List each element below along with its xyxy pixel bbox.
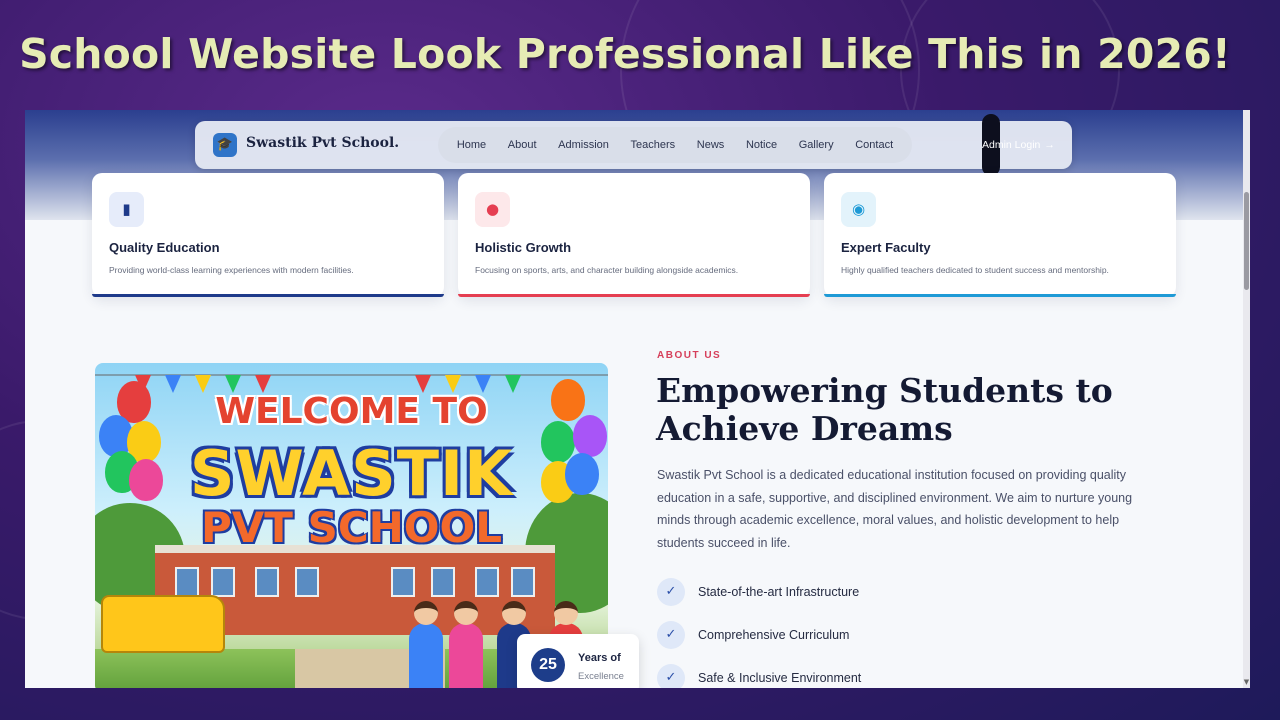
check-icon: ✓: [657, 621, 685, 649]
arrow-right-icon: →: [1044, 139, 1055, 151]
nav-link-news[interactable]: News: [697, 139, 725, 151]
about-point-label: Safe & Inclusive Environment: [698, 671, 862, 685]
users-icon: ◉: [841, 192, 876, 227]
check-icon: ✓: [657, 578, 685, 606]
card-accent-bar: [458, 294, 810, 297]
feature-title: Expert Faculty: [841, 240, 931, 255]
window: [175, 567, 199, 597]
nav-link-contact[interactable]: Contact: [855, 139, 893, 151]
student-figure: [409, 601, 443, 688]
check-icon: ✓: [657, 664, 685, 688]
admin-login-button[interactable]: Admin Login →: [982, 121, 1062, 169]
about-point: ✓ Safe & Inclusive Environment: [657, 663, 861, 688]
window: [511, 567, 535, 597]
book-icon: ▮: [109, 192, 144, 227]
nav-link-notice[interactable]: Notice: [746, 139, 777, 151]
window: [255, 567, 279, 597]
card-accent-bar: [824, 294, 1176, 297]
video-headline: School Website Look Professional Like Th…: [19, 30, 1231, 78]
window: [295, 567, 319, 597]
nav-link-home[interactable]: Home: [457, 139, 486, 151]
scrollbar[interactable]: ▼: [1243, 110, 1250, 688]
welcome-line-1: WELCOME TO: [215, 391, 488, 432]
about-point-label: Comprehensive Curriculum: [698, 628, 850, 642]
nav-link-about[interactable]: About: [508, 139, 537, 151]
welcome-line-3: PVT SCHOOL: [201, 503, 502, 552]
person-icon: ●: [475, 192, 510, 227]
navbar: 🎓 Swastik Pvt School. Home About Admissi…: [195, 114, 1072, 176]
feature-description: Focusing on sports, arts, and character …: [475, 265, 739, 275]
about-heading: Empowering Students to Achieve Dreams: [656, 371, 1113, 448]
nav-menu: Home About Admission Teachers News Notic…: [438, 127, 912, 163]
years-subtitle: Excellence: [578, 671, 624, 682]
about-point: ✓ State-of-the-art Infrastructure: [657, 577, 859, 607]
scrollbar-thumb[interactable]: [1244, 192, 1249, 290]
about-label: ABOUT US: [657, 350, 722, 361]
admin-login-label: Admin Login: [982, 139, 1041, 151]
about-paragraph: Swastik Pvt School is a dedicated educat…: [657, 468, 1133, 550]
feature-card-quality-education[interactable]: ▮ Quality Education Providing world-clas…: [92, 173, 444, 297]
welcome-line-2: SWASTIK: [189, 437, 514, 510]
window: [431, 567, 455, 597]
nav-link-gallery[interactable]: Gallery: [799, 139, 834, 151]
website-screenshot: 🎓 Swastik Pvt School. Home About Admissi…: [25, 110, 1250, 688]
window: [391, 567, 415, 597]
years-number: 25: [531, 648, 565, 682]
feature-card-expert-faculty[interactable]: ◉ Expert Faculty Highly qualified teache…: [824, 173, 1176, 297]
years-title: Years of: [578, 652, 621, 664]
feature-card-holistic-growth[interactable]: ● Holistic Growth Focusing on sports, ar…: [458, 173, 810, 297]
nav-link-teachers[interactable]: Teachers: [631, 139, 676, 151]
about-point-label: State-of-the-art Infrastructure: [698, 585, 860, 599]
about-point: ✓ Comprehensive Curriculum: [657, 620, 849, 650]
feature-title: Quality Education: [109, 240, 220, 255]
scroll-down-icon[interactable]: ▼: [1243, 678, 1250, 686]
school-bus: [101, 595, 225, 653]
card-accent-bar: [92, 294, 444, 297]
graduation-cap-icon[interactable]: 🎓: [213, 133, 237, 157]
nav-link-admission[interactable]: Admission: [558, 139, 609, 151]
feature-title: Holistic Growth: [475, 240, 572, 255]
years-badge: 25 Years of Excellence: [517, 634, 639, 688]
feature-description: Providing world-class learning experienc…: [109, 265, 354, 275]
feature-description: Highly qualified teachers dedicated to s…: [841, 265, 1109, 275]
student-figure: [449, 601, 483, 688]
window: [211, 567, 235, 597]
site-logo-text[interactable]: Swastik Pvt School.: [246, 135, 399, 151]
window: [475, 567, 499, 597]
